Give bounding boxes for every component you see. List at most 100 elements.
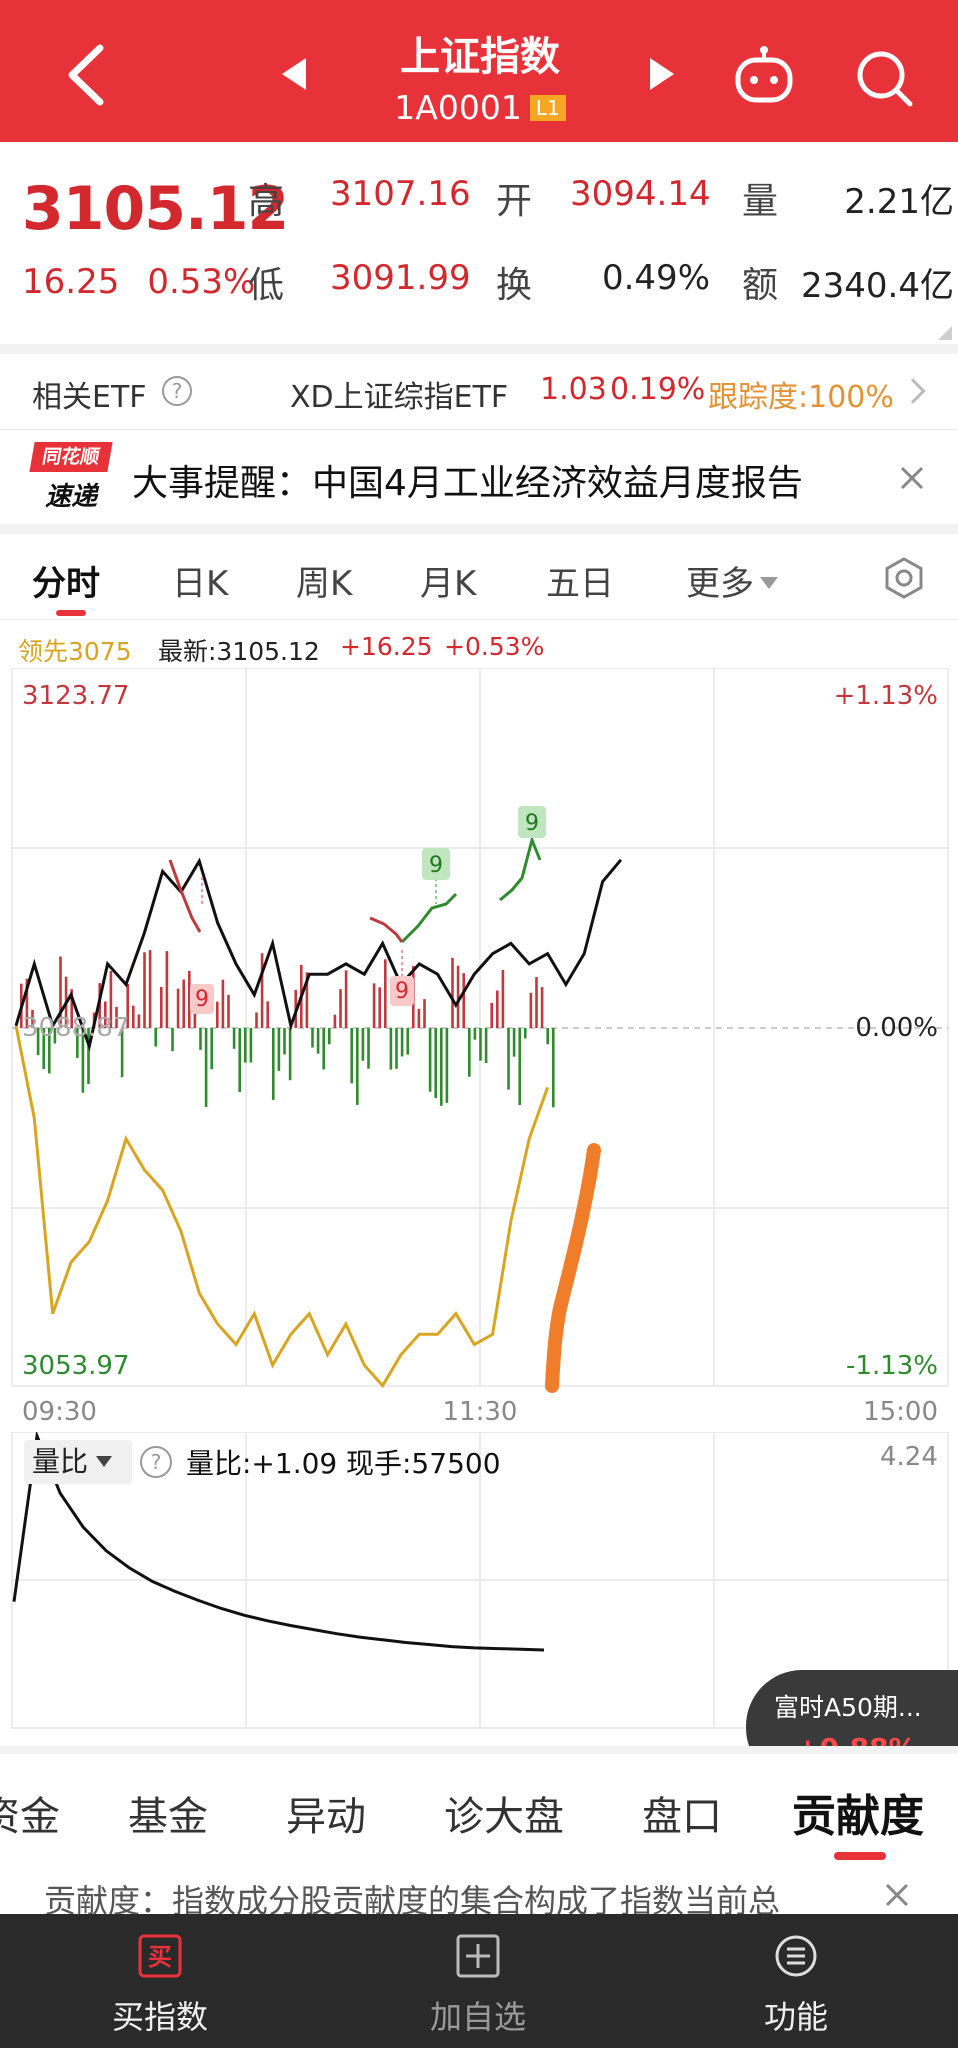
signal-marker[interactable]: 9 xyxy=(518,806,546,838)
close-icon[interactable] xyxy=(896,462,928,494)
volume-bar-down xyxy=(356,1028,359,1105)
a50-title: 富时A50期... xyxy=(774,1693,922,1722)
buy-icon: 买 xyxy=(138,1934,182,1978)
time-axis-end: 15:00 xyxy=(863,1397,938,1427)
add-watchlist-icon xyxy=(456,1934,500,1978)
top-header: 上证指数 1A0001 L1 xyxy=(0,0,958,142)
volume-bar-up xyxy=(490,1002,493,1028)
volume-bar-down xyxy=(154,1028,157,1047)
previous-index-icon[interactable] xyxy=(282,58,306,90)
tab-daily-k[interactable]: 日K xyxy=(172,556,228,605)
etf-tracking: 跟踪度:100% xyxy=(708,380,894,415)
tab-market-diagnosis[interactable]: 诊大盘 xyxy=(444,1784,564,1842)
turnover-label: 换 xyxy=(496,265,533,306)
volume-bar-up xyxy=(423,999,426,1028)
volume-label: 量 xyxy=(742,181,779,222)
robot-assistant-icon[interactable] xyxy=(732,46,796,106)
help-icon[interactable]: ? xyxy=(162,376,192,406)
tab-funds-flow[interactable]: 资金 xyxy=(0,1784,60,1842)
nav-buy-index[interactable]: 买 买指数 xyxy=(60,1914,260,2048)
news-logo: 同花顺 速递 xyxy=(29,442,113,512)
volume-bar-up xyxy=(462,973,465,1028)
change-value: +16.25 xyxy=(340,632,433,661)
volume-value: 2.21亿 xyxy=(844,182,954,222)
volume-bar-down xyxy=(244,1028,247,1063)
volume-bar-down xyxy=(395,1028,398,1069)
turnover-value: 0.49% xyxy=(601,258,710,298)
high-label: 高 xyxy=(248,181,285,222)
etf-percent: 0.19% xyxy=(610,372,706,407)
signal-marker[interactable]: 9 xyxy=(390,950,414,1006)
volume-bar-up xyxy=(339,989,342,1028)
tab-more[interactable]: 更多 xyxy=(686,556,778,605)
amount-label: 额 xyxy=(742,265,779,306)
volume-bar-down xyxy=(272,1028,275,1100)
intraday-chart[interactable]: 9 9 9 9 3123.77 3088.87 3053.97 +1.13% 0… xyxy=(0,668,958,1428)
volume-bar-down xyxy=(473,1028,477,1040)
settings-icon[interactable] xyxy=(882,556,926,600)
description-text: 贡献度：指数成分股贡献度的集合构成了指数当前总 xyxy=(44,1882,781,1916)
change-percent: 0.53% xyxy=(147,262,256,302)
volume-bar-down xyxy=(328,1028,331,1045)
nav-functions[interactable]: 功能 xyxy=(696,1914,896,2048)
volume-bar-down xyxy=(434,1028,437,1099)
price-line-down-segment xyxy=(369,916,404,943)
tab-order-book[interactable]: 盘口 xyxy=(642,1784,722,1842)
chart-grid xyxy=(11,668,949,1387)
marker-label: 9 xyxy=(429,853,443,878)
volume-bar-down xyxy=(361,1028,365,1061)
section-tabs: 资金 基金 异动 诊大盘 盘口 贡献度 xyxy=(0,1746,958,1860)
search-icon[interactable] xyxy=(854,48,914,108)
tab-movement[interactable]: 异动 xyxy=(286,1784,366,1842)
y-axis-top: 3123.77 xyxy=(22,681,130,711)
time-axis-mid: 11:30 xyxy=(443,1397,518,1427)
volume-bar-up xyxy=(378,987,381,1028)
news-reminder[interactable]: 同花顺 速递 大事提醒：中国4月工业经济效益月度报告 xyxy=(0,432,958,524)
expand-corner-icon[interactable] xyxy=(938,326,952,340)
volume-bar-down xyxy=(484,1028,488,1063)
index-code-row: 1A0001 L1 xyxy=(330,88,630,127)
indicator-selector[interactable]: 量比 xyxy=(24,1440,132,1484)
tab-monthly-k[interactable]: 月K xyxy=(420,556,476,605)
contribution-description: 贡献度：指数成分股贡献度的集合构成了指数当前总 xyxy=(0,1866,958,1916)
signal-marker[interactable]: 9 xyxy=(422,848,450,904)
back-arrow-icon[interactable] xyxy=(60,42,114,108)
nav-add-watchlist[interactable]: 加自选 xyxy=(378,1914,578,2048)
average-price-line xyxy=(14,1025,550,1389)
level-badge: L1 xyxy=(529,95,566,121)
volume-bar-down xyxy=(288,1028,292,1081)
price-line-down-segment xyxy=(168,859,202,933)
volume-bar-up xyxy=(384,959,387,1028)
tab-more-label: 更多 xyxy=(686,564,754,604)
active-tab-indicator xyxy=(834,1852,886,1860)
volume-bar-down xyxy=(277,1028,281,1071)
next-index-icon[interactable] xyxy=(650,58,674,90)
pct-axis-bottom: -1.13% xyxy=(846,1351,938,1381)
volume-bar-down xyxy=(512,1028,516,1057)
volume-bar-up xyxy=(333,1014,337,1028)
volume-bar-down xyxy=(199,1028,202,1050)
lead-value: 领先3075 xyxy=(18,637,132,666)
tab-intraday[interactable]: 分时 xyxy=(32,556,100,605)
close-icon[interactable] xyxy=(884,1882,910,1908)
nav-label: 功能 xyxy=(763,1998,828,2036)
tab-contribution[interactable]: 贡献度 xyxy=(792,1780,924,1844)
volume-bar-up xyxy=(501,970,505,1028)
related-etf-label: 相关ETF xyxy=(32,380,147,415)
volume-bar-up xyxy=(344,970,348,1028)
volume-bar-down xyxy=(406,1028,409,1055)
help-icon[interactable]: ? xyxy=(140,1446,172,1478)
volume-bar-down xyxy=(445,1028,449,1103)
related-etf-row[interactable]: 相关ETF ? XD上证综指ETF 1.03 0.19% 跟踪度:100% xyxy=(0,354,958,430)
low-label: 低 xyxy=(248,265,285,306)
logo-bottom: 速递 xyxy=(44,482,97,512)
marker-label: 9 xyxy=(525,811,539,836)
tab-weekly-k[interactable]: 周K xyxy=(296,556,352,605)
chart-info-row: 领先3075 最新:3105.12 +16.25 +0.53% xyxy=(0,628,958,668)
tab-five-day[interactable]: 五日 xyxy=(546,556,614,605)
amount-value: 2340.4亿 xyxy=(801,266,954,306)
divider xyxy=(0,524,958,534)
pct-axis-mid: 0.00% xyxy=(855,1013,938,1043)
svg-text:买: 买 xyxy=(148,1943,172,1971)
tab-fund[interactable]: 基金 xyxy=(128,1784,208,1842)
